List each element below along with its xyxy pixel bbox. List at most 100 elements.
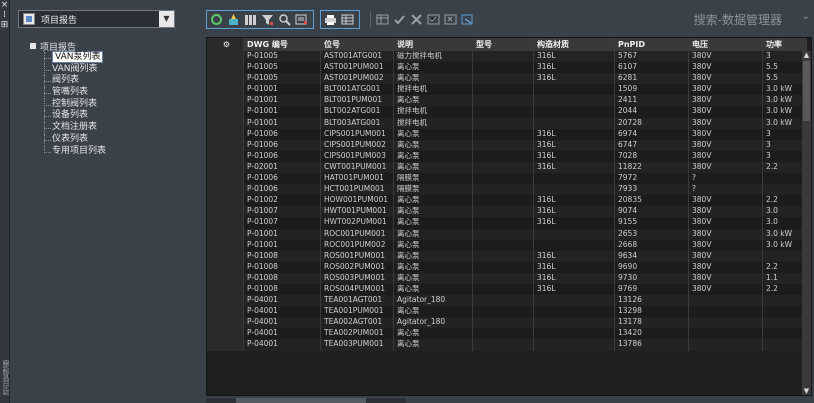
table-cell[interactable]: P-04001 bbox=[244, 306, 321, 318]
table-cell[interactable]: TEA003PUM001 bbox=[321, 339, 394, 351]
table-cell[interactable]: 380V bbox=[689, 95, 763, 107]
table-cell[interactable]: ROS003PUM001 bbox=[321, 272, 394, 284]
table-row[interactable]: P-01005 AST001PUM002 离心泵 316L 6281 380V 5.5 bbox=[207, 73, 807, 85]
table-cell[interactable]: 离心泵 bbox=[394, 239, 473, 251]
accept-icon[interactable] bbox=[392, 12, 407, 27]
table-cell[interactable]: 3.0 kW bbox=[763, 95, 807, 107]
table-cell[interactable]: 316L bbox=[534, 161, 615, 174]
row-header[interactable] bbox=[207, 306, 244, 318]
table-cell[interactable] bbox=[763, 295, 807, 307]
table-cell[interactable]: ? bbox=[689, 184, 763, 196]
table-cell[interactable]: 3 bbox=[763, 139, 807, 151]
table-cell[interactable]: 搅拌电机 bbox=[394, 106, 473, 118]
table-cell[interactable] bbox=[534, 339, 615, 351]
table-cell[interactable]: P-01005 bbox=[244, 51, 321, 63]
table-cell[interactable]: 380V bbox=[689, 161, 763, 174]
scroll-down-icon[interactable]: ▼ bbox=[802, 387, 811, 395]
table-row[interactable]: P-02001 CWT001PUM001 离心泵 316L 11822 380V 2.2 bbox=[207, 161, 807, 174]
table-cell[interactable]: P-01007 bbox=[244, 206, 321, 218]
table-cell[interactable]: BLT002ATG001 bbox=[321, 106, 394, 118]
table-row[interactable]: P-04001 TEA001AGT001 Agitator_180 13126 bbox=[207, 295, 807, 307]
row-header[interactable] bbox=[207, 117, 244, 129]
table-cell[interactable] bbox=[763, 328, 807, 340]
row-header[interactable] bbox=[207, 250, 244, 262]
table-cell[interactable] bbox=[534, 295, 615, 307]
table-row[interactable]: P-01006 HAT001PUM001 隔膜泵 7972? bbox=[207, 173, 807, 185]
table-row[interactable]: P-01008 ROS003PUM001 离心泵 316L 9730 380V 1.1 bbox=[207, 272, 807, 284]
table-cell[interactable]: BLT001ATG001 bbox=[321, 84, 394, 96]
table-cell[interactable]: P-01001 bbox=[244, 117, 321, 129]
table-cell[interactable]: 13126 bbox=[615, 295, 689, 307]
table-cell[interactable]: HOW001PUM001 bbox=[321, 195, 394, 207]
table-cell[interactable] bbox=[473, 62, 534, 74]
table-cell[interactable]: 316L bbox=[534, 62, 615, 74]
table-cell[interactable] bbox=[534, 228, 615, 240]
table-cell[interactable]: 380V bbox=[689, 228, 763, 240]
table-cell[interactable]: P-01008 bbox=[244, 261, 321, 273]
table-cell[interactable]: 380V bbox=[689, 139, 763, 151]
table-row[interactable]: P-01007 HWT001PUM001 离心泵 316L 9074 380V 3.0 bbox=[207, 206, 807, 218]
table-row[interactable]: P-01001 BLT001ATG001 搅拌电机 1509 380V 3.0 kW bbox=[207, 84, 807, 96]
table-cell[interactable]: 6747 bbox=[615, 139, 689, 151]
table-cell[interactable]: AST001PUM001 bbox=[321, 62, 394, 74]
table-cell[interactable] bbox=[534, 328, 615, 340]
table-cell[interactable]: 380V bbox=[689, 150, 763, 162]
table-cell[interactable]: HCT001PUM001 bbox=[321, 184, 394, 196]
table-cell[interactable]: 5.5 bbox=[763, 62, 807, 74]
table-cell[interactable]: P-01005 bbox=[244, 62, 321, 74]
table-cell[interactable] bbox=[473, 173, 534, 185]
table-cell[interactable]: TEA002PUM001 bbox=[321, 328, 394, 340]
table-cell[interactable]: 316L bbox=[534, 272, 615, 284]
table-row[interactable]: P-04001 TEA002AGT001 Agitator_180 13178 bbox=[207, 317, 807, 329]
table-cell[interactable]: TEA001PUM001 bbox=[321, 306, 394, 318]
table-cell[interactable]: 9074 bbox=[615, 206, 689, 218]
table-row[interactable]: P-04001 TEA002PUM001 离心泵 13420 bbox=[207, 328, 807, 340]
table-cell[interactable]: 9155 bbox=[615, 217, 689, 229]
table-cell[interactable]: 380V bbox=[689, 217, 763, 229]
tree-item[interactable]: 仪表列表 bbox=[44, 133, 200, 146]
table-cell[interactable]: 380V bbox=[689, 128, 763, 140]
table-cell[interactable]: 离心泵 bbox=[394, 161, 473, 174]
table-cell[interactable]: 3.0 bbox=[763, 206, 807, 218]
table-cell[interactable]: P-01006 bbox=[244, 128, 321, 140]
row-header[interactable] bbox=[207, 317, 244, 329]
horizontal-scrollbar[interactable] bbox=[206, 398, 406, 403]
table-cell[interactable]: P-01008 bbox=[244, 283, 321, 296]
table-cell[interactable]: 316L bbox=[534, 150, 615, 162]
table-cell[interactable]: 3.0 bbox=[763, 217, 807, 229]
table-cell[interactable] bbox=[473, 317, 534, 329]
table-cell[interactable]: HWT001PUM001 bbox=[321, 206, 394, 218]
table-cell[interactable]: 离心泵 bbox=[394, 217, 473, 229]
table-cell[interactable]: 13420 bbox=[615, 328, 689, 340]
column-header[interactable]: 功率 bbox=[763, 38, 807, 51]
table-cell[interactable]: 9690 bbox=[615, 261, 689, 273]
table-cell[interactable]: P-01001 bbox=[244, 106, 321, 118]
table-cell[interactable]: 离心泵 bbox=[394, 306, 473, 318]
table-cell[interactable] bbox=[473, 184, 534, 196]
hscroll-thumb[interactable] bbox=[236, 398, 366, 403]
table-cell[interactable]: 2668 bbox=[615, 239, 689, 251]
table-cell[interactable]: 2044 bbox=[615, 106, 689, 118]
row-header[interactable] bbox=[207, 328, 244, 340]
tree-item[interactable]: 文档注册表 bbox=[44, 122, 200, 134]
table-cell[interactable]: 离心泵 bbox=[394, 283, 473, 296]
table-cell[interactable] bbox=[763, 173, 807, 185]
row-header[interactable] bbox=[207, 150, 244, 162]
table-cell[interactable]: AST001PUM002 bbox=[321, 73, 394, 85]
table-cell[interactable] bbox=[473, 339, 534, 351]
project-select[interactable]: 项目报告 ▼ bbox=[18, 10, 175, 28]
table-cell[interactable]: 离心泵 bbox=[394, 261, 473, 273]
table-cell[interactable]: 隔膜泵 bbox=[394, 184, 473, 196]
table-cell[interactable] bbox=[534, 317, 615, 329]
refresh-icon[interactable] bbox=[209, 12, 224, 27]
table-cell[interactable]: CIPS001PUM001 bbox=[321, 128, 394, 140]
table-cell[interactable]: 3.0 kW bbox=[763, 239, 807, 251]
table-cell[interactable]: 1.1 bbox=[763, 272, 807, 284]
row-header[interactable] bbox=[207, 272, 244, 284]
table-cell[interactable]: 3 bbox=[763, 128, 807, 140]
table-cell[interactable]: P-01005 bbox=[244, 73, 321, 85]
table-cell[interactable]: P-01001 bbox=[244, 95, 321, 107]
table-cell[interactable]: HWT002PUM001 bbox=[321, 217, 394, 229]
table-row[interactable]: P-01006 HCT001PUM001 隔膜泵 7933? bbox=[207, 184, 807, 196]
table-cell[interactable]: ? bbox=[689, 173, 763, 185]
